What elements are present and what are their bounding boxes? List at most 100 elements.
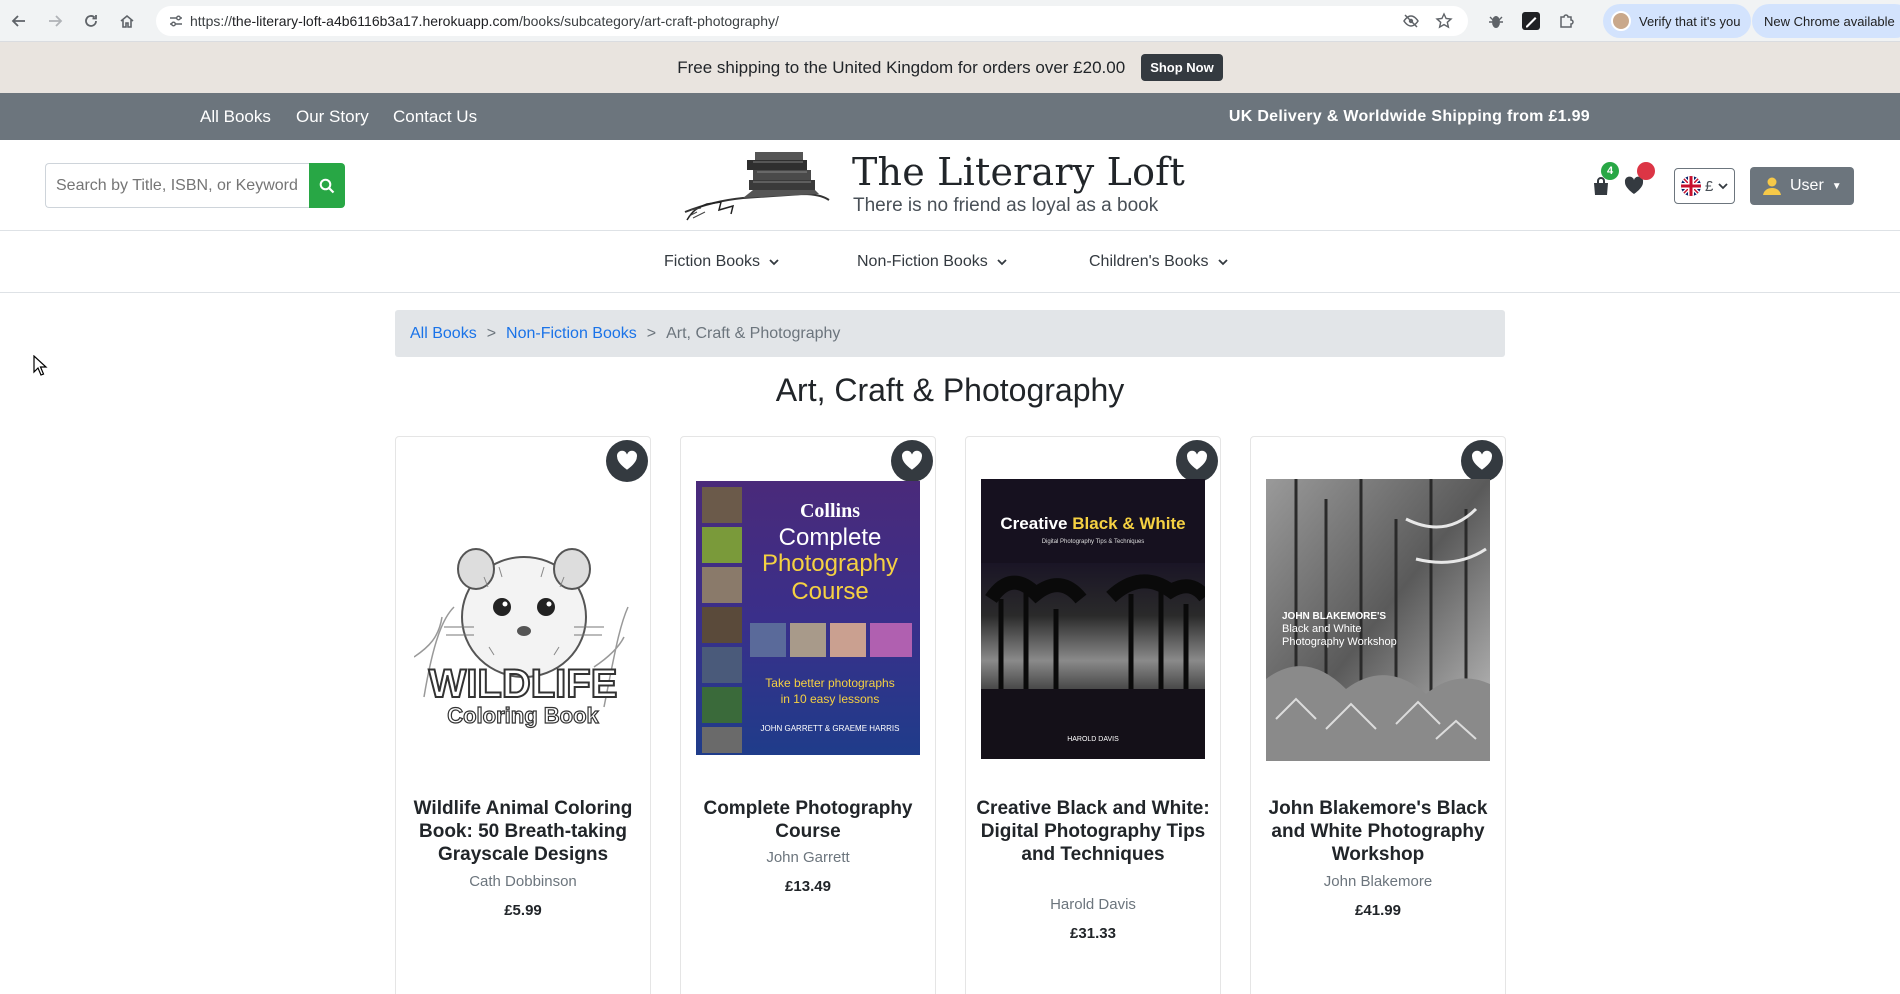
nav-childrens-books[interactable]: Children's Books [1089,253,1229,271]
extension-pen-icon[interactable] [1521,11,1541,31]
logo-hand-books-icon[interactable] [683,150,833,222]
product-author: John Garrett [766,849,850,866]
extension-bug-icon[interactable] [1486,11,1506,31]
product-card[interactable]: WILDLIFE Coloring Book Wildlife Animal C… [395,436,651,994]
site-info-icon[interactable] [168,13,184,29]
chevron-down-icon [769,259,779,266]
currency-label: £ [1705,177,1714,195]
nav-non-fiction-label: Non-Fiction Books [857,253,988,270]
user-label: User [1790,177,1824,194]
cover-title-line1: Black and White [1282,623,1361,635]
add-to-wishlist-button[interactable] [606,440,648,482]
nav-fiction-label: Fiction Books [664,253,761,270]
back-icon[interactable] [6,8,32,34]
search-button[interactable] [309,163,345,208]
product-author: Harold Davis [1050,896,1136,913]
product-author: John Blakemore [1323,873,1433,890]
product-price: £41.99 [1355,902,1401,919]
cover-author: HAROLD DAVIS [1067,736,1119,743]
bookmark-star-icon[interactable] [1435,12,1453,30]
breadcrumb-separator: > [646,324,657,342]
forward-icon[interactable] [42,8,68,34]
heart-icon [1471,450,1493,470]
shipping-info: UK Delivery & Worldwide Shipping from £1… [1228,108,1590,125]
cover-title-line2: Photography Workshop [1282,636,1397,648]
caret-down-icon: ▼ [1831,180,1842,192]
product-title[interactable]: Creative Black and White: Digital Photog… [974,797,1212,866]
product-card[interactable]: Collins Complete Photography Course Take… [680,436,936,994]
top-nav: All Books Our Story Contact Us UK Delive… [0,93,1900,140]
product-title[interactable]: Complete Photography Course [689,797,927,843]
chevron-down-icon [1718,183,1728,190]
breadcrumb-current: Art, Craft & Photography [666,324,841,342]
breadcrumb-non-fiction[interactable]: Non-Fiction Books [506,325,637,343]
nav-all-books[interactable]: All Books [200,107,271,127]
cover-authors: JOHN GARRETT & GRAEME HARRIS [761,724,900,733]
product-title[interactable]: Wildlife Animal Coloring Book: 50 Breath… [404,797,642,866]
nav-childrens-label: Children's Books [1089,253,1209,270]
cover-subtitle: Digital Photography Tips & Techniques [1042,539,1145,545]
breadcrumb-all-books[interactable]: All Books [410,325,477,343]
cover-publisher: Collins [800,500,860,522]
product-card[interactable]: Creative Black & White Digital Photograp… [965,436,1221,994]
breadcrumb-separator: > [486,324,497,342]
book-cover[interactable]: Collins Complete Photography Course Take… [696,481,920,755]
product-title[interactable]: John Blakemore's Black and White Photogr… [1259,797,1497,866]
collins-cover-art: Collins Complete Photography Course Take… [696,481,920,755]
nav-non-fiction-books[interactable]: Non-Fiction Books [857,253,1008,271]
cart-count-badge: 4 [1601,162,1619,180]
chrome-update-chip[interactable]: New Chrome available [1752,4,1900,38]
cover-title: Creative Black & White [1000,514,1185,533]
extensions-puzzle-icon[interactable] [1557,11,1577,31]
chevron-down-icon [1217,259,1228,266]
cover-tagline-2: in 10 easy lessons [781,692,880,706]
mouse-cursor-icon [33,355,48,376]
eye-off-icon[interactable] [1402,12,1420,30]
product-author: Cath Dobbinson [469,873,577,890]
page-title: Art, Craft & Photography [775,372,1125,408]
book-cover[interactable]: WILDLIFE Coloring Book [414,517,632,731]
heart-icon [1186,450,1208,470]
nav-fiction-books[interactable]: Fiction Books [664,253,780,271]
promo-text: Free shipping to the United Kingdom for … [677,57,1126,77]
forest-cover-art: Creative Black & White Digital Photograp… [981,479,1205,759]
add-to-wishlist-button[interactable] [1176,440,1218,482]
address-bar[interactable]: https://the-literary-loft-a4b6116b3a17.h… [156,6,1468,36]
user-menu-button[interactable]: User ▼ [1750,167,1854,205]
product-card[interactable]: JOHN BLAKEMORE'S Black and White Photogr… [1250,436,1506,994]
cover-title-line3: Course [791,578,868,605]
category-nav: Fiction Books Non-Fiction Books Children… [0,231,1900,293]
nav-our-story[interactable]: Our Story [296,107,369,127]
search-icon [319,178,335,193]
cover-tagline-1: Take better photographs [765,676,894,690]
profile-avatar [1611,11,1631,31]
heart-icon [616,450,638,470]
breadcrumb: All Books > Non-Fiction Books > Art, Cra… [395,310,1505,357]
currency-select[interactable]: £ [1674,168,1735,204]
promo-banner: Free shipping to the United Kingdom for … [0,42,1900,93]
cover-subtitle: Coloring Book [447,703,599,728]
browser-toolbar: https://the-literary-loft-a4b6116b3a17.h… [0,0,1900,42]
cover-title-line1: Complete [779,524,882,551]
brand-title[interactable]: The Literary Loft [852,150,1185,194]
product-price: £31.33 [1070,925,1116,942]
nav-contact-us[interactable]: Contact Us [393,107,477,127]
add-to-wishlist-button[interactable] [891,440,933,482]
shop-now-button[interactable]: Shop Now [1141,54,1223,81]
chevron-down-icon [997,259,1007,266]
wishlist-badge [1637,162,1655,180]
url-text: https://the-literary-loft-a4b6116b3a17.h… [190,13,779,29]
add-to-wishlist-button[interactable] [1461,440,1503,482]
uk-flag-icon [1681,176,1701,196]
update-label: New Chrome available [1764,13,1895,29]
search-input[interactable] [45,163,309,208]
book-cover[interactable]: Creative Black & White Digital Photograp… [981,479,1205,759]
home-icon[interactable] [114,8,140,34]
verify-identity-chip[interactable]: Verify that it's you [1603,4,1751,38]
product-price: £5.99 [504,902,542,919]
book-cover[interactable]: JOHN BLAKEMORE'S Black and White Photogr… [1266,479,1490,761]
reload-icon[interactable] [78,8,104,34]
cover-title: WILDLIFE [429,662,618,706]
hamster-illustration: WILDLIFE Coloring Book [414,548,629,729]
search-form [45,163,345,208]
